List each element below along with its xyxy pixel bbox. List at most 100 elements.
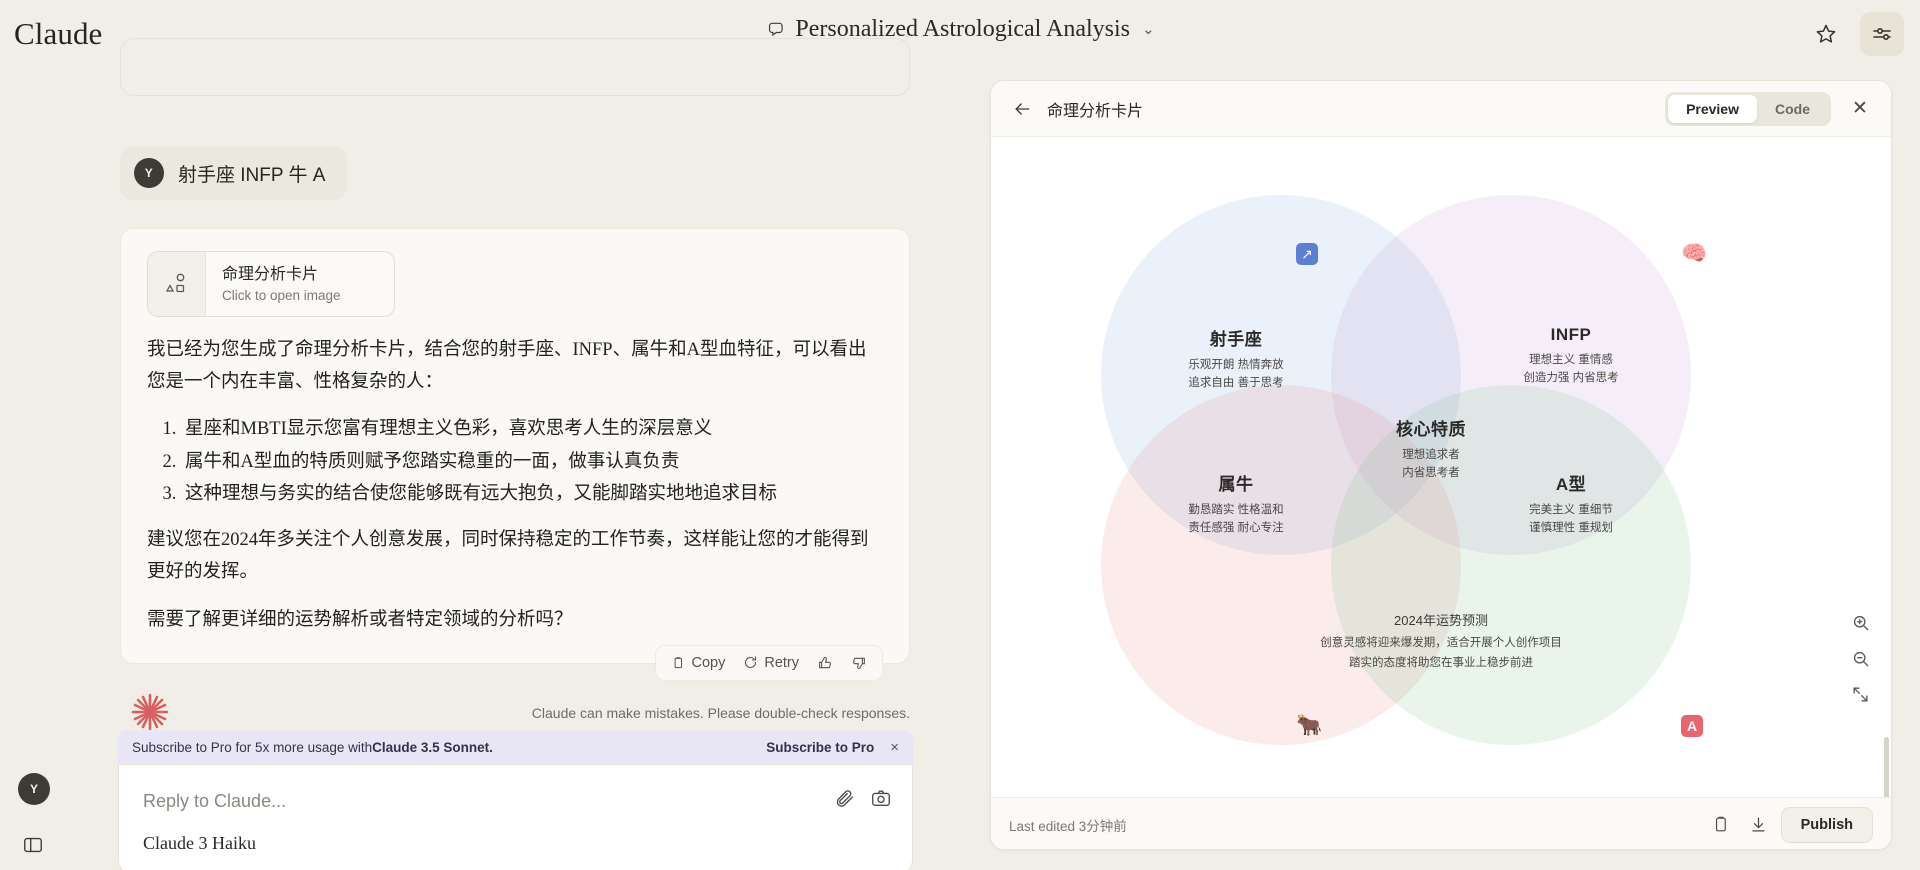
venn-trait-line: 勤恳踏实 性格温和 [1188,504,1284,516]
venn-trait-line: 创造力强 内省思考 [1523,371,1619,384]
app-brand-logo: Claude [14,16,103,51]
sagittarius-symbol-badge: ↗ [1296,243,1318,265]
tab-preview[interactable]: Preview [1668,94,1757,123]
assistant-followup-question: 需要了解更详细的运势解析或者特定领域的分析吗？ [147,610,573,631]
clipboard-icon[interactable] [1705,809,1737,841]
venn-trait-line: 追求自由 善于思考 [1188,376,1284,389]
artifact-chip[interactable]: 命理分析卡片 Click to open image [147,251,395,317]
blood-type-a-badge: A [1681,715,1703,737]
arrow-left-icon[interactable] [1007,94,1037,124]
venn-trait-line: 理想追求者 [1402,449,1460,461]
venn-title: 射手座 [1209,330,1263,349]
close-icon[interactable]: ✕ [1845,94,1875,124]
venn-trait-line: 理想主义 重情感 [1529,354,1613,366]
venn-traits: 理想主义 重情感 创造力强 内省思考 [1476,352,1666,388]
star-icon[interactable] [1804,12,1848,56]
artifact-chip-title: 命理分析卡片 [222,266,319,283]
subscribe-promo-banner: Subscribe to Pro for 5x more usage with … [118,730,913,764]
artifact-chip-text: 命理分析卡片 Click to open image [206,252,363,316]
user-message-text: 射手座 INFP 牛 A [178,164,326,186]
camera-icon[interactable] [870,787,892,809]
artifact-panel: 命理分析卡片 Preview Code ✕ ↗ 🧠 🐂 A 射手座 乐观开朗 热… [990,80,1892,850]
copy-label: Copy [691,654,726,671]
forecast-line: 创意灵感将迎来爆发期，适合开展个人创作项目 [1320,637,1562,649]
venn-traits: 乐观开朗 热情奔放 追求自由 善于思考 [1141,357,1331,393]
venn-title: 核心特质 [1396,420,1466,439]
thumbs-up-icon[interactable] [810,651,840,675]
claude-app-window: Claude Personalized Astrological Analysi… [0,0,1920,870]
message-composer[interactable]: Reply to Claude... Claude 3 Haiku [118,764,913,870]
venn-label-blood-a: A型 完美主义 重细节 谨慎理性 重规划 [1476,470,1666,538]
close-icon[interactable]: × [890,739,899,756]
list-item: 属牛和A型血的特质则赋予您踏实稳重的一面，做事认真负责 [181,446,883,479]
publish-button[interactable]: Publish [1780,806,1873,843]
forecast-lines: 创意灵感将迎来爆发期，适合开展个人创作项目 踏实的态度将助您在事业上稳步前进 [1081,634,1801,673]
expand-fullscreen-icon[interactable] [1843,677,1877,711]
copy-button[interactable]: Copy [664,651,732,675]
chat-scroll-area[interactable]: Y 射手座 INFP 牛 A 命理分析卡片 Click to open imag… [0,38,985,740]
assistant-advice-paragraph: 建议您在2024年多关注个人创意发展，同时保持稳定的工作节奏，这样能让您的才能得… [147,530,869,583]
canvas-zoom-controls [1843,605,1877,711]
paperclip-icon[interactable] [834,787,856,809]
reply-input-placeholder[interactable]: Reply to Claude... [143,791,286,812]
assistant-message: 命理分析卡片 Click to open image 我已经为您生成了命理分析卡… [120,228,910,681]
venn-label-sagittarius: 射手座 乐观开朗 热情奔放 追求自由 善于思考 [1141,325,1331,393]
shapes-icon [148,252,206,316]
assistant-points-list: 星座和MBTI显示您富有理想主义色彩，喜欢思考人生的深层意义 属牛和A型血的特质… [147,413,883,512]
artifact-footer: Last edited 3分钟前 Publish [991,797,1891,849]
artifact-chip-subtitle: Click to open image [222,288,341,303]
composer-tools [834,787,892,809]
venn-traits: 勤恳踏实 性格温和 责任感强 耐心专注 [1141,502,1331,538]
blood-type-a-glyph: A [1681,715,1703,737]
disclaimer-text: Claude can make mistakes. Please double-… [531,705,910,721]
avatar: Y [134,158,164,188]
message-action-bar: Copy Retry [655,644,883,681]
sidebar-toggle-icon[interactable] [22,834,44,856]
chat-bubble-icon [765,20,785,40]
artifact-view-toggle: Preview Code [1665,91,1831,126]
page-title: Personalized Astrological Analysis [795,16,1131,42]
venn-trait-line: 谨慎理性 重规划 [1529,521,1613,534]
artifact-scrollbar[interactable] [1884,737,1889,797]
promo-text-bold: Claude 3.5 Sonnet. [372,739,493,755]
venn-trait-line: 责任感强 耐心专注 [1188,521,1284,534]
venn-title: 属牛 [1218,475,1254,494]
top-bar: Claude Personalized Astrological Analysi… [0,0,1920,72]
list-item: 这种理想与务实的结合使您能够既有远大抱负，又能脚踏实地地追求目标 [181,478,883,511]
thumbs-down-icon[interactable] [844,651,874,675]
refresh-icon [743,655,758,670]
subscribe-to-pro-button[interactable]: Subscribe to Pro [766,740,874,755]
account-avatar-button[interactable]: Y [18,773,50,805]
assistant-message-body: 我已经为您生成了命理分析卡片，结合您的射手座、INFP、属牛和A型血特征，可以看… [147,335,883,637]
settings-sliders-icon[interactable] [1860,12,1904,56]
chevron-down-icon: ⌄ [1142,22,1155,38]
last-edited-timestamp: Last edited 3分钟前 [1009,818,1127,834]
brain-emoji: 🧠 [1681,242,1708,265]
venn-label-ox: 属牛 勤恳踏实 性格温和 责任感强 耐心专注 [1141,470,1331,538]
artifact-header: 命理分析卡片 Preview Code ✕ [991,81,1891,137]
download-icon[interactable] [1743,809,1775,841]
retry-button[interactable]: Retry [736,651,806,675]
zoom-in-icon[interactable] [1843,605,1877,639]
ox-emoji: 🐂 [1296,714,1323,737]
list-item: 星座和MBTI显示您富有理想主义色彩，喜欢思考人生的深层意义 [181,413,883,446]
tab-code[interactable]: Code [1757,95,1828,123]
venn-title: INFP [1550,325,1592,344]
artifact-title: 命理分析卡片 [1047,102,1144,120]
venn-title: A型 [1555,475,1587,494]
chat-column: Y 射手座 INFP 牛 A 命理分析卡片 Click to open imag… [0,0,985,870]
model-selector[interactable]: Claude 3 Haiku [143,833,256,854]
forecast-title: 2024年运势预测 [1394,613,1488,628]
venn-diagram: ↗ 🧠 🐂 A 射手座 乐观开朗 热情奔放 追求自由 善于思考 INFP 理想主… [1081,155,1801,775]
artifact-preview-canvas: ↗ 🧠 🐂 A 射手座 乐观开朗 热情奔放 追求自由 善于思考 INFP 理想主… [991,137,1891,797]
clipboard-icon [671,656,685,670]
user-message: Y 射手座 INFP 牛 A [120,146,348,200]
forecast-line: 踏实的态度将助您在事业上稳步前进 [1349,656,1533,669]
forecast-section: 2024年运势预测 创意灵感将迎来爆发期，适合开展个人创作项目 踏实的态度将助您… [1081,610,1801,673]
conversation-title-dropdown[interactable]: Personalized Astrological Analysis ⌄ [765,16,1155,43]
assistant-intro-paragraph: 我已经为您生成了命理分析卡片，结合您的射手座、INFP、属牛和A型血特征，可以看… [147,340,867,392]
venn-trait-line: 完美主义 重细节 [1529,504,1613,516]
zoom-out-icon[interactable] [1843,641,1877,675]
venn-trait-line: 内省思考者 [1402,466,1460,479]
venn-traits: 完美主义 重细节 谨慎理性 重规划 [1476,502,1666,538]
